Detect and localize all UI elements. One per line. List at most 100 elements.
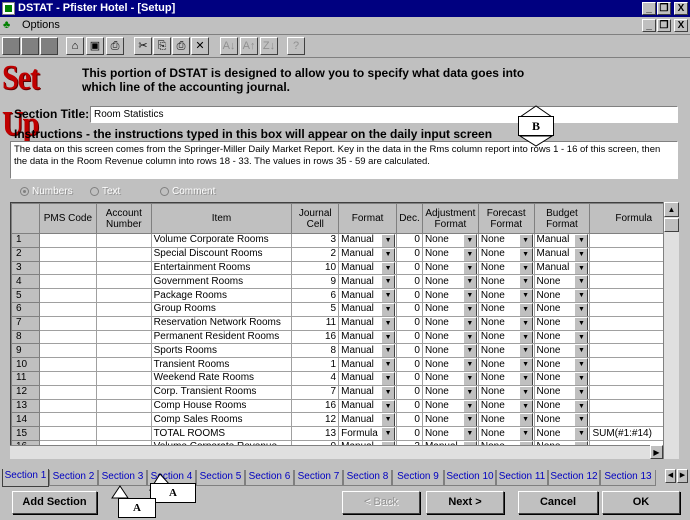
open-icon[interactable]: ⌂ <box>66 37 84 55</box>
format-dropdown[interactable]: Manual <box>338 274 398 290</box>
account-number-cell[interactable] <box>96 233 152 248</box>
decimals-cell[interactable]: 0 <box>396 384 423 400</box>
tab-section-10[interactable]: Section 10 <box>444 470 496 486</box>
account-number-cell[interactable] <box>96 426 152 441</box>
journal-cell[interactable]: 1 <box>291 357 340 372</box>
item-cell[interactable]: Comp Sales Rooms <box>150 412 293 428</box>
add-section-button[interactable]: Add Section <box>12 491 97 514</box>
account-number-cell[interactable] <box>96 288 152 303</box>
instructions-textarea[interactable]: The data on this screen comes from the S… <box>10 141 678 179</box>
adjustment-format-dropdown[interactable]: None <box>421 329 479 345</box>
back-button[interactable]: < Back <box>342 491 420 514</box>
forecast-format-dropdown[interactable]: None <box>477 233 535 248</box>
budget-format-dropdown[interactable]: None <box>533 412 591 428</box>
item-cell[interactable]: Corp. Transient Rooms <box>150 384 293 400</box>
journal-cell[interactable]: 9 <box>291 274 340 290</box>
pms-code-cell[interactable] <box>38 343 98 359</box>
format-dropdown[interactable]: Manual <box>338 329 398 345</box>
forecast-format-dropdown[interactable]: None <box>477 301 535 317</box>
format-dropdown[interactable]: Manual <box>338 357 398 372</box>
forecast-format-dropdown[interactable]: None <box>477 246 535 262</box>
adjustment-format-dropdown[interactable]: None <box>421 426 479 441</box>
tab-section-9[interactable]: Section 9 <box>392 470 444 486</box>
format-dropdown[interactable]: Manual <box>338 260 398 276</box>
budget-format-dropdown[interactable]: None <box>533 426 591 441</box>
budget-format-dropdown[interactable]: None <box>533 384 591 400</box>
pms-code-cell[interactable] <box>38 301 98 317</box>
account-number-cell[interactable] <box>96 412 152 428</box>
decimals-cell[interactable]: 0 <box>396 315 423 331</box>
adjustment-format-dropdown[interactable]: None <box>421 412 479 428</box>
forecast-format-dropdown[interactable]: None <box>477 412 535 428</box>
tab-section-8[interactable]: Section 8 <box>343 470 392 486</box>
tab-section-7[interactable]: Section 7 <box>294 470 343 486</box>
pms-code-cell[interactable] <box>38 426 98 441</box>
format-dropdown[interactable]: Manual <box>338 233 398 248</box>
adjustment-format-dropdown[interactable]: None <box>421 357 479 372</box>
budget-format-dropdown[interactable]: None <box>533 301 591 317</box>
decimals-cell[interactable]: 0 <box>396 398 423 414</box>
next-button[interactable]: Next > <box>426 491 504 514</box>
forecast-format-dropdown[interactable]: None <box>477 384 535 400</box>
adjustment-format-dropdown[interactable]: None <box>421 315 479 331</box>
adjustment-format-dropdown[interactable]: None <box>421 343 479 359</box>
radio-numbers[interactable]: Numbers <box>20 186 73 197</box>
close-button[interactable]: X <box>674 2 688 15</box>
tab-section-12[interactable]: Section 12 <box>548 470 600 486</box>
menu-options[interactable]: Options <box>22 19 60 31</box>
format-dropdown[interactable]: Manual <box>338 343 398 359</box>
format-dropdown[interactable]: Manual <box>338 246 398 262</box>
account-number-cell[interactable] <box>96 274 152 290</box>
tab-scroll-right-icon[interactable]: ▶ <box>677 469 688 483</box>
pms-code-cell[interactable] <box>38 329 98 345</box>
forecast-format-dropdown[interactable]: None <box>477 329 535 345</box>
journal-cell[interactable]: 7 <box>291 384 340 400</box>
journal-cell[interactable]: 12 <box>291 412 340 428</box>
budget-format-dropdown[interactable]: None <box>533 398 591 414</box>
adjustment-format-dropdown[interactable]: None <box>421 398 479 414</box>
radio-comment[interactable]: Comment <box>160 186 215 197</box>
journal-cell[interactable]: 16 <box>291 329 340 345</box>
restore-button[interactable]: ❐ <box>657 2 671 15</box>
decimals-cell[interactable]: 0 <box>396 274 423 290</box>
child-close-button[interactable]: X <box>674 19 688 32</box>
pms-code-cell[interactable] <box>38 288 98 303</box>
decimals-cell[interactable]: 0 <box>396 412 423 428</box>
pms-code-cell[interactable] <box>38 274 98 290</box>
forecast-format-dropdown[interactable]: None <box>477 343 535 359</box>
tool-button-3[interactable] <box>40 37 58 55</box>
budget-format-dropdown[interactable]: None <box>533 329 591 345</box>
delete-icon[interactable]: ✕ <box>191 37 209 55</box>
item-cell[interactable]: Permanent Resident Rooms <box>150 329 293 345</box>
tab-section-3[interactable]: Section 3 <box>98 470 147 486</box>
adjustment-format-dropdown[interactable]: None <box>421 246 479 262</box>
forecast-format-dropdown[interactable]: None <box>477 260 535 276</box>
paste-icon[interactable]: ⎙ <box>172 37 190 55</box>
child-restore-button[interactable]: ❐ <box>657 19 671 32</box>
item-cell[interactable]: Reservation Network Rooms <box>150 315 293 331</box>
journal-cell[interactable]: 3 <box>291 233 340 248</box>
decimals-cell[interactable]: 0 <box>396 426 423 441</box>
journal-cell[interactable]: 13 <box>291 426 340 441</box>
decimals-cell[interactable]: 0 <box>396 288 423 303</box>
item-cell[interactable]: Package Rooms <box>150 288 293 303</box>
tab-section-13[interactable]: Section 13 <box>600 470 656 486</box>
journal-cell[interactable]: 5 <box>291 301 340 317</box>
journal-cell[interactable]: 6 <box>291 288 340 303</box>
item-cell[interactable]: Comp House Rooms <box>150 398 293 414</box>
sort-descending-icon[interactable]: Z↓ <box>260 37 278 55</box>
ok-button[interactable]: OK <box>602 491 680 514</box>
forecast-format-dropdown[interactable]: None <box>477 426 535 441</box>
adjustment-format-dropdown[interactable]: None <box>421 370 479 386</box>
tool-button-1[interactable] <box>2 37 20 55</box>
format-dropdown[interactable]: Manual <box>338 315 398 331</box>
forecast-format-dropdown[interactable]: None <box>477 398 535 414</box>
format-dropdown[interactable]: Formula <box>338 426 398 441</box>
journal-cell[interactable]: 16 <box>291 398 340 414</box>
adjustment-format-dropdown[interactable]: None <box>421 288 479 303</box>
item-cell[interactable]: TOTAL ROOMS <box>150 426 293 441</box>
account-number-cell[interactable] <box>96 384 152 400</box>
budget-format-dropdown[interactable]: None <box>533 343 591 359</box>
grid-vertical-scrollbar[interactable]: ▲ <box>663 202 679 459</box>
account-number-cell[interactable] <box>96 315 152 331</box>
